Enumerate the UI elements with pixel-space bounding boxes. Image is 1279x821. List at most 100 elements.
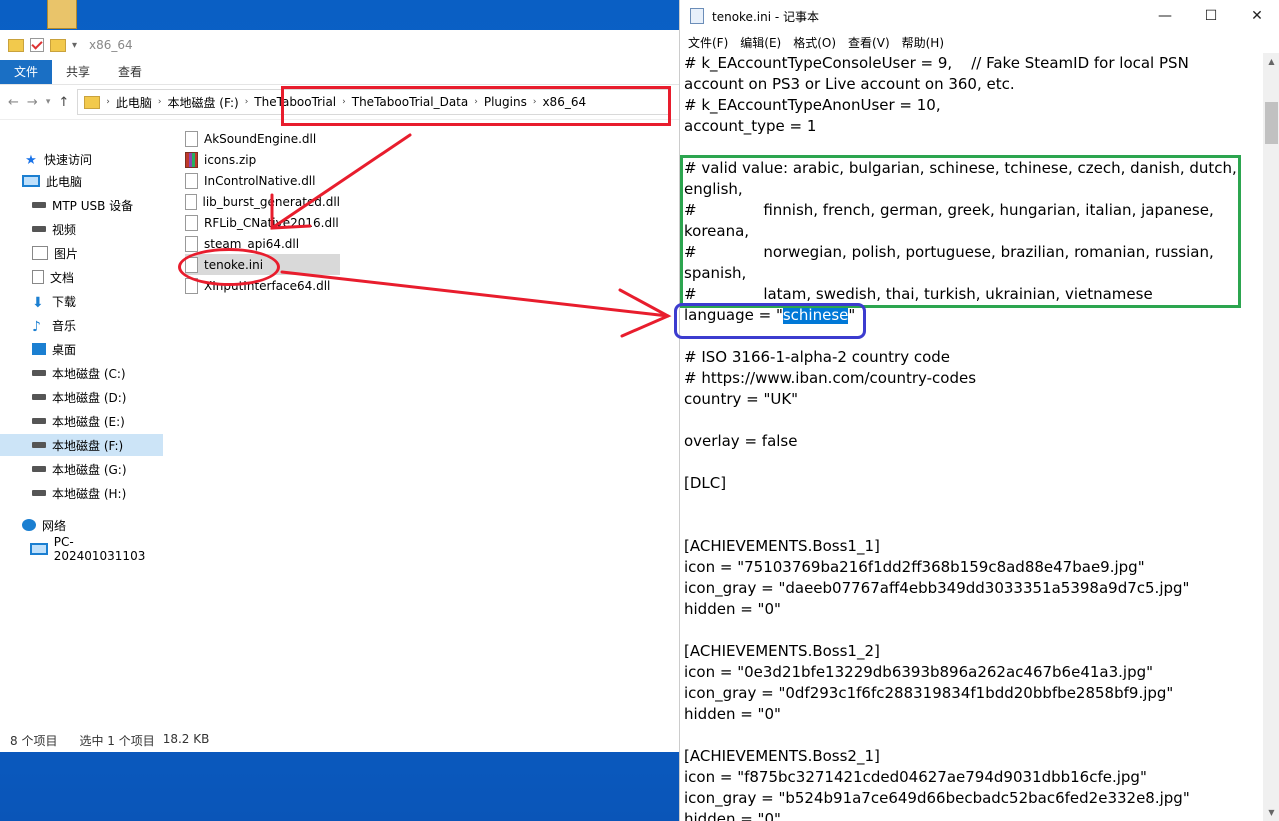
vertical-scrollbar[interactable]: ▲ ▼: [1263, 53, 1279, 821]
network-icon: [22, 519, 36, 531]
text-block-before: # k_EAccountTypeConsoleUser = 9, // Fake…: [684, 53, 1262, 305]
text-line: hidden = "0": [684, 705, 781, 723]
drive-icon: [32, 442, 46, 448]
sidebar-item-downloads[interactable]: ⬇ 下载: [0, 290, 163, 312]
sidebar-item-drive-e[interactable]: 本地磁盘 (E:): [0, 410, 163, 432]
breadcrumb[interactable]: › 此电脑 › 本地磁盘 (F:) › TheTabooTrial › TheT…: [77, 89, 669, 115]
menu-format[interactable]: 格式(O): [793, 34, 836, 51]
sidebar-item-pictures[interactable]: 图片: [0, 242, 163, 264]
text-line: country = "UK": [684, 390, 799, 408]
close-button[interactable]: ✕: [1234, 0, 1279, 32]
new-folder-icon[interactable]: [50, 38, 66, 52]
file-item-icons-zip[interactable]: icons.zip: [185, 149, 340, 170]
ribbon-tabs: 文件 主页 共享 查看: [0, 60, 679, 85]
zip-file-icon: [185, 151, 198, 168]
breadcrumb-item[interactable]: x86_64: [536, 95, 592, 109]
ini-file-icon: [185, 256, 198, 273]
text-line: [684, 620, 1262, 641]
text-line: koreana,: [684, 222, 750, 240]
text-line: [ACHIEVEMENTS.Boss1_1]: [684, 537, 880, 555]
tab-file[interactable]: 文件: [0, 60, 52, 84]
file-explorer-window: ▾ x86_64 文件 主页 共享 查看 ← → ▾ ↑ › 此电脑 › 本地磁…: [0, 30, 680, 752]
back-arrow-icon[interactable]: ←: [8, 95, 19, 110]
customize-quick-access-icon[interactable]: ▾: [72, 40, 77, 51]
minimize-button[interactable]: —: [1142, 0, 1188, 32]
status-size: 18.2 KB: [162, 732, 210, 746]
dll-file-icon: [185, 193, 197, 210]
text-line: [684, 326, 1262, 347]
menu-edit[interactable]: 编辑(E): [740, 34, 781, 51]
sidebar-item-drive-g[interactable]: 本地磁盘 (G:): [0, 458, 163, 480]
notepad-icon: [690, 8, 704, 24]
forward-arrow-icon[interactable]: →: [27, 95, 38, 110]
text-line: icon = "75103769ba216f1dd2ff368b159c8ad8…: [684, 558, 1145, 576]
address-bar-row: ← → ▾ ↑ › 此电脑 › 本地磁盘 (F:) › TheTabooTria…: [0, 85, 679, 120]
desktop-shortcut-icon[interactable]: [47, 0, 77, 29]
sidebar-item-drive-f[interactable]: 本地磁盘 (F:): [0, 434, 163, 456]
maximize-button[interactable]: ☐: [1188, 0, 1234, 32]
text-line: account on PS3 or Live account on 360, e…: [684, 75, 1015, 93]
sidebar-item-music[interactable]: ♪ 音乐: [0, 314, 163, 336]
sidebar-item-documents[interactable]: 文档: [0, 266, 163, 288]
video-icon: [32, 226, 46, 232]
menu-help[interactable]: 帮助(H): [902, 34, 944, 51]
sidebar-item-network-pc[interactable]: PC-202401031103: [0, 535, 163, 563]
tab-share[interactable]: 共享: [52, 60, 104, 84]
sidebar-item-desktop[interactable]: 桌面: [0, 338, 163, 360]
notepad-titlebar: tenoke.ini - 记事本 — ☐ ✕: [680, 0, 1279, 32]
sidebar-item-videos[interactable]: 视频: [0, 218, 163, 240]
text-line: english,: [684, 180, 743, 198]
text-line: [684, 725, 1262, 746]
file-item-aksoundengine[interactable]: AkSoundEngine.dll: [185, 128, 340, 149]
scroll-up-arrow-icon[interactable]: ▲: [1263, 53, 1279, 70]
file-item-rflib[interactable]: RFLib_CNative2016.dll: [185, 212, 340, 233]
sidebar-item-drive-h[interactable]: 本地磁盘 (H:): [0, 482, 163, 504]
navigation-pane: ★ 快速访问 此电脑 MTP USB 设备 视频 图片 文档 ⬇ 下载 ♪ 音乐…: [0, 148, 163, 738]
file-item-incontrolnative[interactable]: InControlNative.dll: [185, 170, 340, 191]
notepad-menubar: 文件(F) 编辑(E) 格式(O) 查看(V) 帮助(H): [680, 32, 1279, 52]
dll-file-icon: [185, 235, 198, 252]
language-line: language = "schinese": [684, 306, 856, 324]
folder-icon[interactable]: [8, 38, 24, 52]
desktop-icon: [32, 343, 46, 355]
sidebar-item-quick-access[interactable]: ★ 快速访问: [0, 148, 163, 170]
sidebar-item-this-pc[interactable]: 此电脑: [0, 170, 163, 192]
text-line: hidden = "0": [684, 810, 781, 821]
file-item-lib-burst[interactable]: lib_burst_generated.dll: [185, 191, 340, 212]
file-item-tenoke-ini[interactable]: tenoke.ini: [185, 254, 340, 275]
notepad-text-area[interactable]: # k_EAccountTypeConsoleUser = 9, // Fake…: [684, 53, 1262, 821]
tab-view[interactable]: 查看: [104, 60, 156, 84]
status-selected: 选中 1 个项目: [79, 734, 155, 748]
sidebar-item-network[interactable]: 网络: [0, 514, 163, 536]
breadcrumb-item[interactable]: TheTabooTrial_Data: [346, 95, 475, 109]
computer-icon: [30, 543, 48, 555]
dll-file-icon: [185, 277, 198, 294]
text-line: # https://www.iban.com/country-codes: [684, 369, 977, 387]
breadcrumb-item[interactable]: TheTabooTrial: [248, 95, 342, 109]
text-line: [DLC]: [684, 474, 727, 492]
text-line: # k_EAccountTypeAnonUser = 10,: [684, 96, 941, 114]
text-line: # ISO 3166-1-alpha-2 country code: [684, 348, 951, 366]
file-item-steam-api64[interactable]: steam_api64.dll: [185, 233, 340, 254]
download-icon: ⬇: [32, 295, 44, 311]
dll-file-icon: [185, 130, 198, 147]
recent-locations-chevron-icon[interactable]: ▾: [46, 97, 51, 107]
breadcrumb-item[interactable]: 此电脑: [110, 94, 158, 111]
sidebar-item-mtp-usb[interactable]: MTP USB 设备: [0, 194, 163, 216]
up-arrow-icon[interactable]: ↑: [58, 95, 69, 110]
text-line: # latam, swedish, thai, turkish, ukraini…: [684, 285, 1153, 303]
sidebar-item-drive-c[interactable]: 本地磁盘 (C:): [0, 362, 163, 384]
folder-icon: [84, 95, 101, 109]
breadcrumb-item[interactable]: 本地磁盘 (F:): [161, 94, 244, 111]
scrollbar-thumb[interactable]: [1265, 102, 1278, 144]
scroll-down-arrow-icon[interactable]: ▼: [1263, 804, 1279, 821]
text-line: [684, 494, 1262, 515]
properties-icon[interactable]: [30, 38, 44, 52]
menu-view[interactable]: 查看(V): [848, 34, 890, 51]
menu-file[interactable]: 文件(F): [688, 34, 728, 51]
notepad-title: tenoke.ini - 记事本: [712, 9, 819, 24]
text-line: # valid value: arabic, bulgarian, schine…: [684, 159, 1237, 177]
sidebar-item-drive-d[interactable]: 本地磁盘 (D:): [0, 386, 163, 408]
file-item-xinputinterface64[interactable]: XInputInterface64.dll: [185, 275, 340, 296]
breadcrumb-item[interactable]: Plugins: [478, 95, 533, 109]
